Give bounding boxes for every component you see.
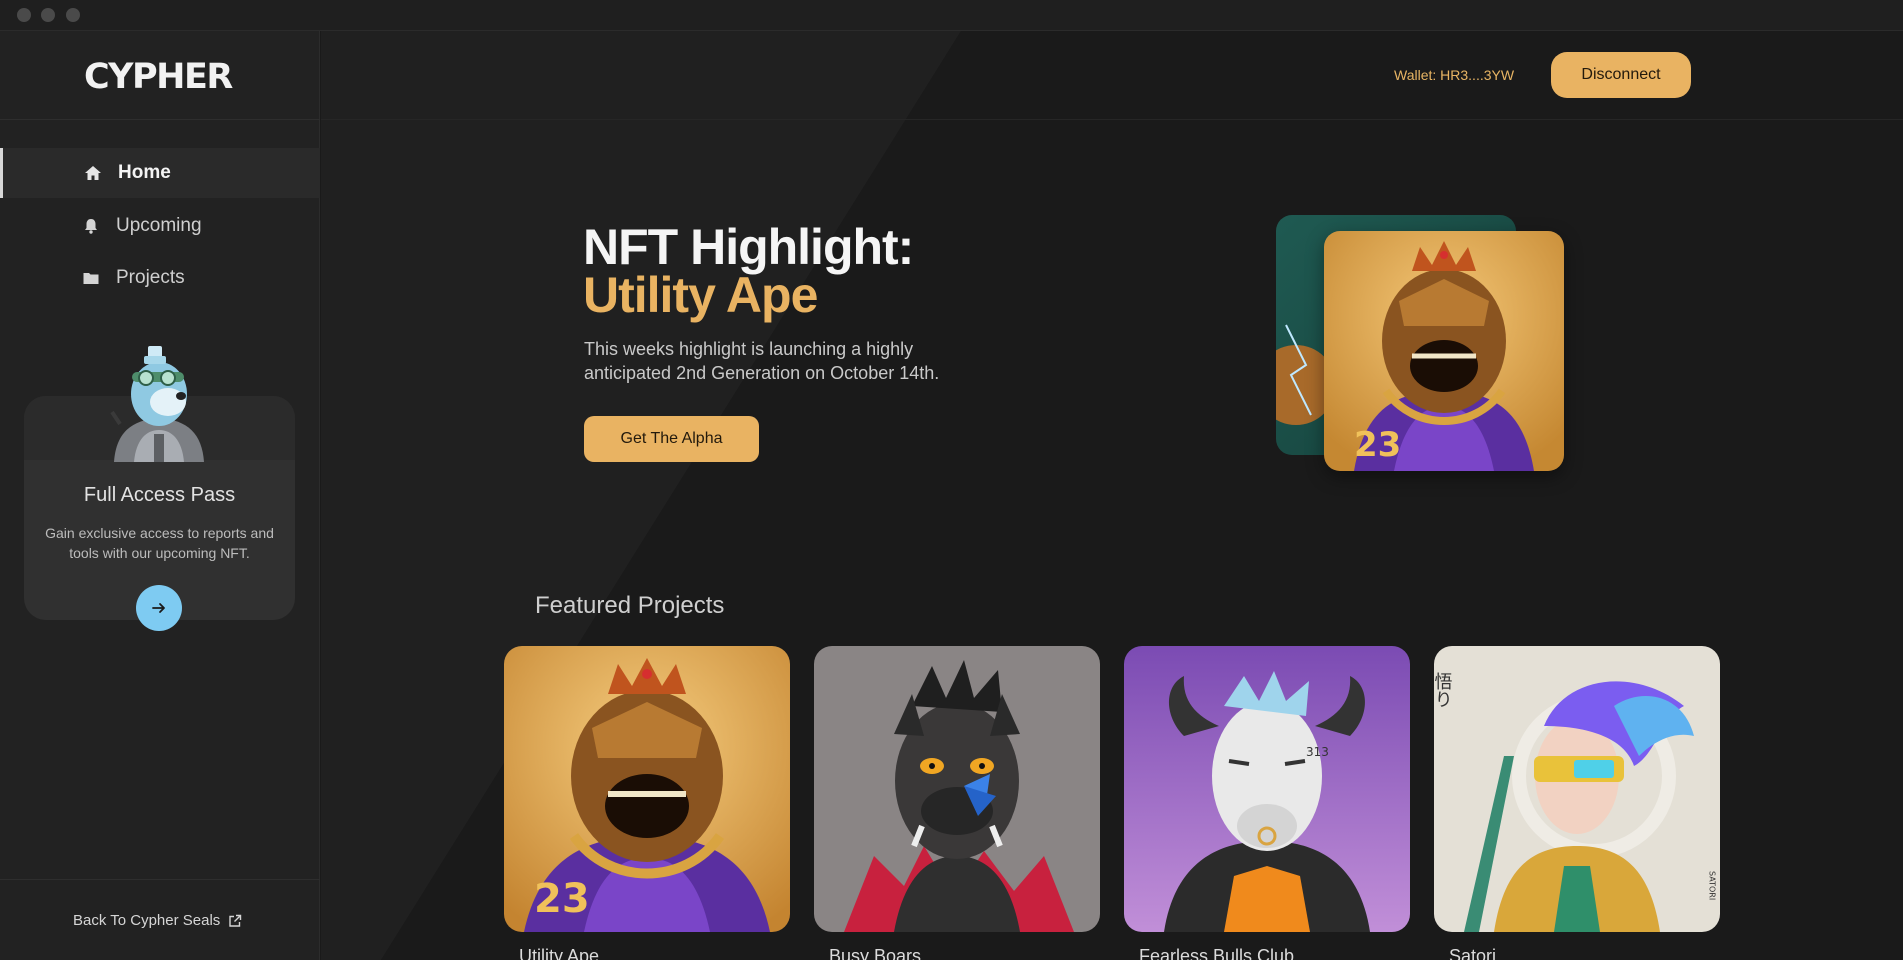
arrow-right-icon (152, 603, 165, 613)
sidebar-item-home[interactable]: Home (0, 148, 320, 198)
sidebar-item-label: Home (118, 162, 171, 183)
project-card-busy-boars[interactable]: Busy Boars (814, 646, 1100, 960)
project-image: 313 (1124, 646, 1410, 932)
project-name: Fearless Bulls Club (1139, 946, 1295, 960)
home-icon (85, 166, 101, 180)
hero-image-utility-ape: 23 (1324, 231, 1564, 471)
project-image: 23 (504, 646, 790, 932)
sidebar: CYPHER Home Upcoming Projects Full Acces… (0, 31, 320, 960)
project-card-fearless-bulls-club[interactable]: 313 Fearless Bulls Club (1124, 646, 1410, 960)
back-to-cypher-seals-link[interactable]: Back To Cypher Seals (73, 912, 242, 929)
project-card-satori[interactable]: 悟り SATORI Satori (1434, 646, 1720, 960)
get-the-alpha-button[interactable]: Get The Alpha (584, 416, 759, 462)
project-image: 悟り SATORI (1434, 646, 1720, 932)
jersey-number: 23 (1354, 425, 1401, 465)
bull-tag: 313 (1306, 745, 1329, 759)
project-name: Satori (1449, 946, 1497, 960)
window-maximize-button[interactable] (66, 8, 80, 22)
window-minimize-button[interactable] (41, 8, 55, 22)
pass-description: Gain exclusive access to reports and too… (45, 525, 274, 561)
wallet-address: Wallet: HR3....3YW (1394, 67, 1515, 83)
pass-arrow-button[interactable] (136, 585, 182, 631)
divider (0, 119, 320, 120)
external-link-icon (229, 914, 242, 927)
window-close-button[interactable] (17, 8, 31, 22)
sidebar-item-label: Projects (116, 267, 185, 288)
hero-title: NFT Highlight: (583, 219, 914, 275)
project-name: Busy Boars (829, 946, 922, 960)
main-content: Wallet: HR3....3YW Disconnect NFT Highli… (321, 31, 1903, 960)
satori-kanji: 悟り (1434, 672, 1453, 708)
hero-accent-title: Utility Ape (583, 267, 818, 323)
disconnect-button[interactable]: Disconnect (1551, 52, 1691, 98)
project-card-utility-ape[interactable]: 23 Utility Ape (504, 646, 790, 960)
sidebar-item-projects[interactable]: Projects (0, 253, 320, 303)
sidebar-item-label: Upcoming (116, 215, 202, 236)
app-logo[interactable]: CYPHER (84, 57, 233, 97)
bell-icon (85, 219, 97, 234)
back-link-label: Back To Cypher Seals (73, 912, 221, 929)
divider (0, 879, 320, 880)
window-titlebar (0, 0, 1903, 31)
satori-vertical-text: SATORI (1708, 871, 1717, 900)
cypher-seal-mascot (110, 346, 204, 462)
folder-icon (83, 273, 99, 284)
project-image (814, 646, 1100, 932)
header-divider (321, 119, 1903, 120)
jersey-number: 23 (534, 876, 590, 922)
pass-title: Full Access Pass (83, 484, 236, 506)
featured-projects-title: Featured Projects (535, 592, 725, 619)
hero-description: This weeks highlight is launching a high… (584, 339, 940, 383)
project-name: Utility Ape (519, 946, 600, 960)
sidebar-item-upcoming[interactable]: Upcoming (0, 201, 320, 251)
